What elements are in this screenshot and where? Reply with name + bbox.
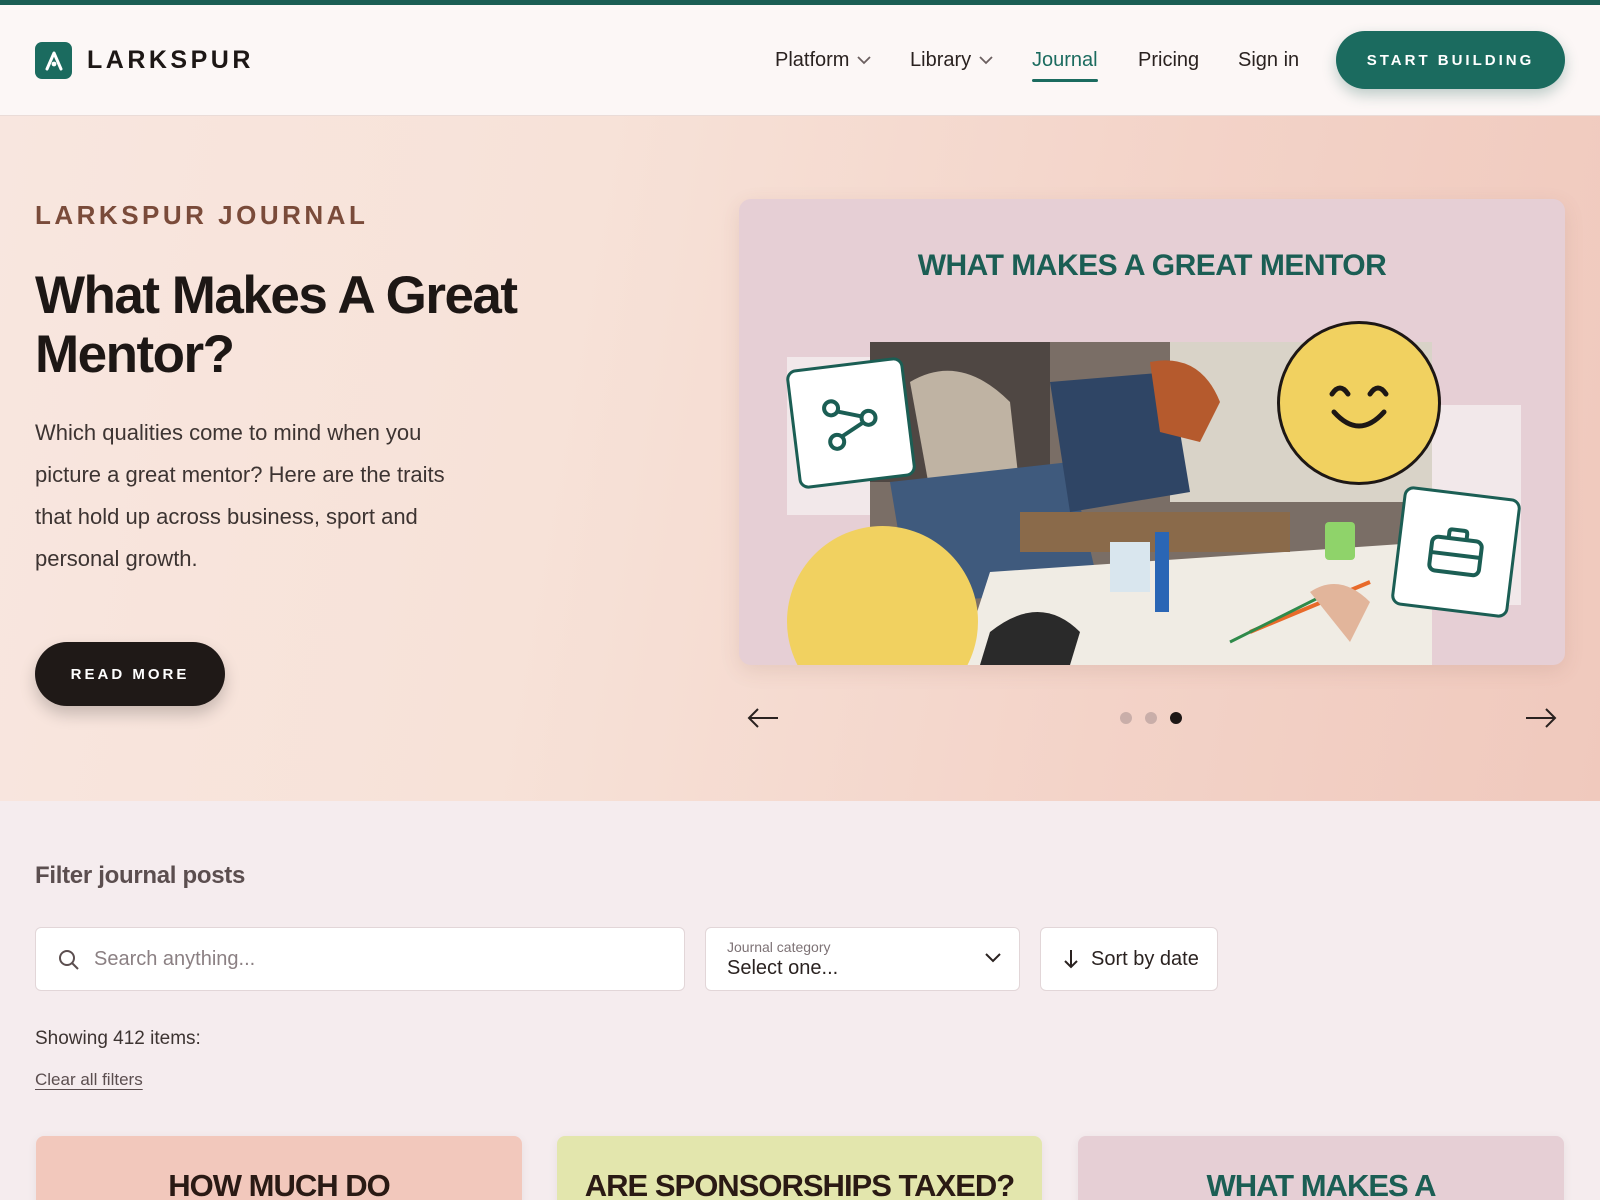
select-label: Journal category	[727, 939, 831, 955]
active-nav-underline	[1032, 79, 1098, 82]
card-title: HOW MUCH DO	[168, 1168, 390, 1200]
slide-title: WHAT MAKES A GREAT MENTOR	[917, 249, 1387, 282]
nav-item-library[interactable]: Library	[910, 49, 993, 72]
read-more-button[interactable]: READ MORE	[35, 642, 225, 706]
arrow-right-icon[interactable]	[1524, 706, 1558, 730]
arrow-left-icon[interactable]	[746, 706, 780, 730]
smiley-icon	[1277, 321, 1441, 485]
hero-title: What Makes A Great Mentor?	[35, 266, 518, 384]
hero-eyebrow: LARKSPUR JOURNAL	[35, 200, 369, 230]
hero-description: Which qualities come to mind when you pi…	[35, 420, 445, 571]
carousel-dot[interactable]	[1145, 712, 1157, 724]
search-icon	[59, 950, 79, 970]
results-count: Showing 412 items:	[35, 1028, 201, 1049]
search-field[interactable]	[35, 927, 685, 991]
journal-card[interactable]: HOW MUCH DO	[36, 1136, 522, 1200]
start-building-button[interactable]: START BUILDING	[1336, 31, 1565, 89]
nav-item-platform[interactable]: Platform	[775, 49, 872, 72]
site-header: LARKSPUR Platform Library Journal Pricin…	[0, 5, 1600, 116]
journal-card[interactable]: ARE SPONSORSHIPS TAXED?	[557, 1136, 1042, 1200]
nav-item-label: Platform	[775, 49, 850, 71]
nav-item-pricing[interactable]: Pricing	[1138, 49, 1199, 72]
journal-category-select[interactable]: Journal category Select one...	[705, 927, 1020, 991]
share-icon	[785, 356, 917, 490]
nav-item-label: Pricing	[1138, 49, 1200, 71]
carousel-dot[interactable]	[1120, 712, 1132, 724]
search-input[interactable]	[94, 928, 664, 990]
hero-section: LARKSPUR JOURNAL What Makes A Great Ment…	[0, 116, 1600, 801]
nav-item-journal[interactable]: Journal	[1032, 49, 1098, 82]
filter-heading: Filter journal posts	[35, 862, 246, 889]
main-nav: Platform Library Journal Pricing Sign in…	[0, 5, 1600, 116]
journal-card[interactable]: WHAT MAKES A	[1078, 1136, 1564, 1200]
carousel-slide[interactable]: WHAT MAKES A GREAT MENTOR	[739, 199, 1565, 665]
chevron-down-icon	[857, 56, 872, 65]
nav-item-label: Library	[910, 49, 972, 71]
clear-filters-link[interactable]: Clear all filters	[35, 1070, 143, 1090]
nav-item-label: Journal	[1032, 49, 1098, 71]
card-title: ARE SPONSORSHIPS TAXED?	[584, 1168, 1015, 1200]
sort-label: Sort by date	[1091, 947, 1199, 970]
carousel-dot-active[interactable]	[1170, 712, 1182, 724]
nav-item-label: Sign in	[1238, 49, 1300, 71]
sort-by-date-button[interactable]: Sort by date	[1040, 927, 1218, 991]
chevron-down-icon	[979, 56, 993, 65]
card-title: WHAT MAKES A	[1206, 1168, 1436, 1200]
chevron-down-icon	[985, 953, 1001, 963]
select-value: Select one...	[727, 957, 839, 979]
briefcase-icon	[1390, 485, 1522, 619]
arrow-down-icon	[1064, 950, 1078, 969]
nav-item-sign-in[interactable]: Sign in	[1238, 49, 1299, 72]
